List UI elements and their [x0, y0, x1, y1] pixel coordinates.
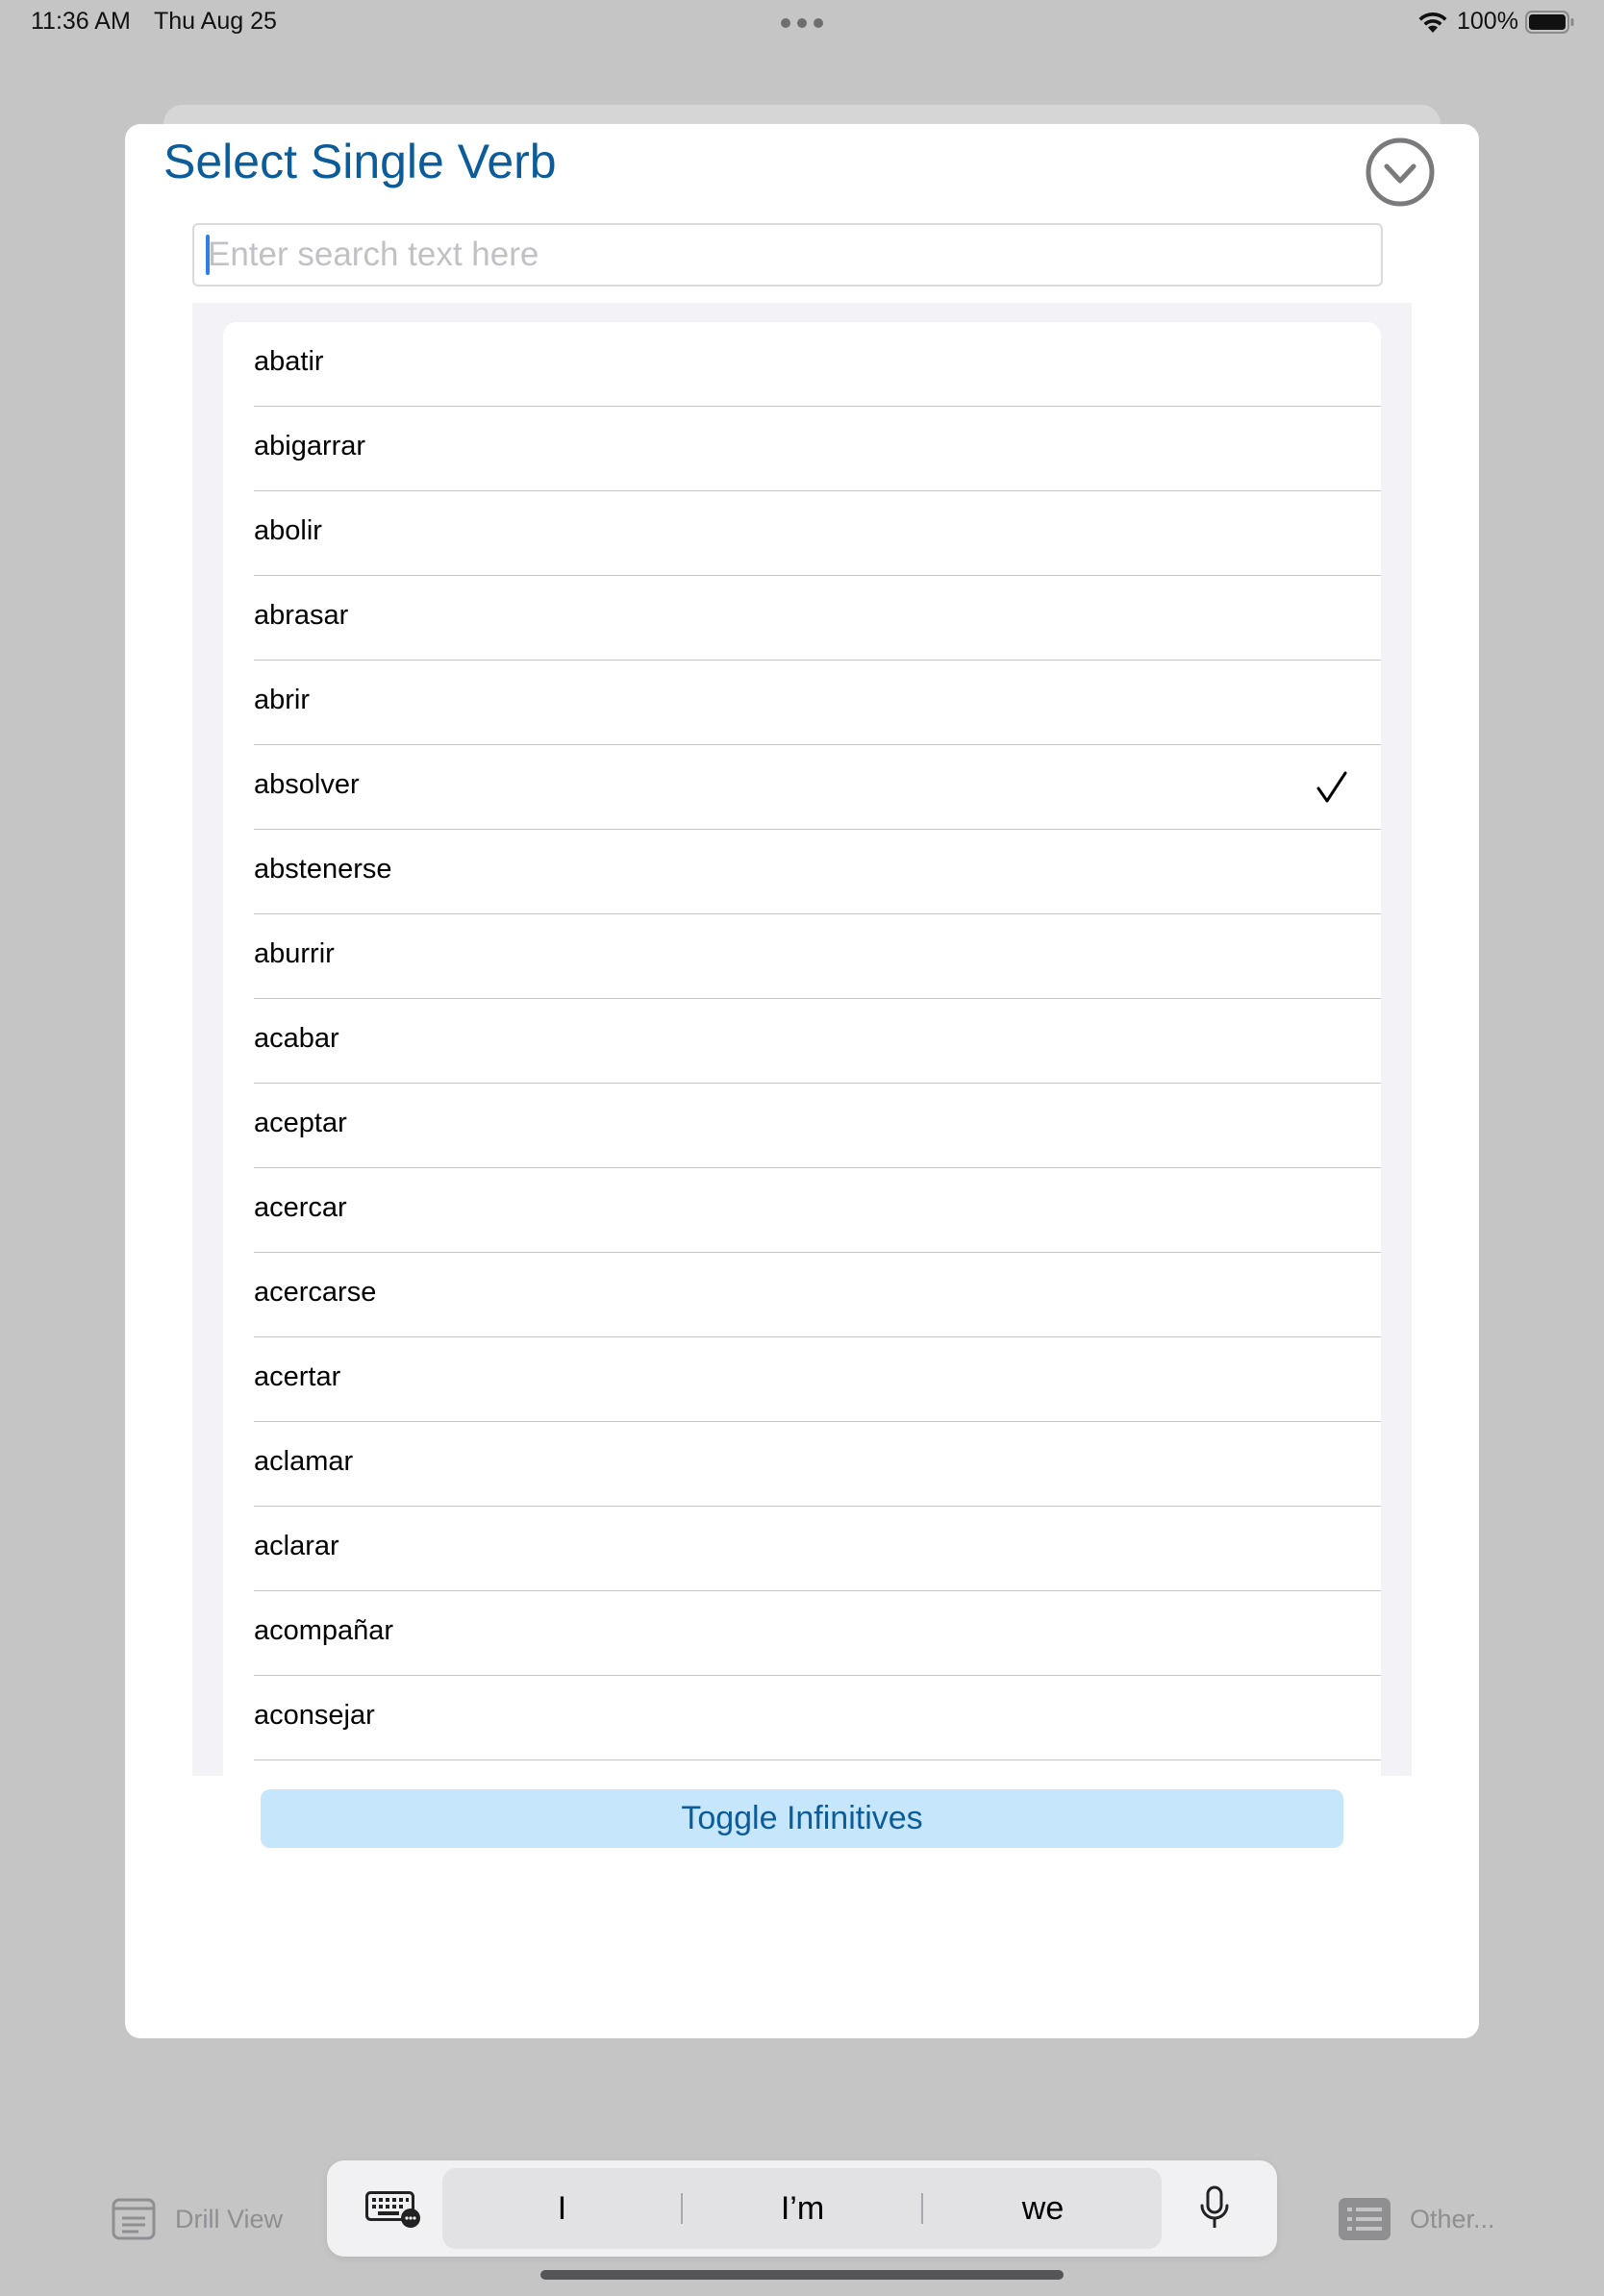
select-verb-modal: Select Single Verb abatir abigarrar abolir…: [125, 124, 1479, 2038]
tab-drill-view-label: Drill View: [175, 2204, 284, 2234]
battery-icon: [1525, 11, 1574, 34]
suggestion-item[interactable]: we: [923, 2168, 1163, 2249]
tab-drill-view[interactable]: Drill View: [112, 2197, 283, 2241]
verb-label: aclamar: [254, 1446, 354, 1477]
verb-row[interactable]: abigarrar: [223, 407, 1381, 491]
verb-row[interactable]: acompañar: [223, 1591, 1381, 1676]
row-divider: [254, 1759, 1381, 1760]
multitasking-dots-icon[interactable]: [781, 18, 823, 28]
toggle-infinitives-button[interactable]: Toggle Infinitives: [261, 1789, 1343, 1848]
verb-label: abatir: [254, 346, 324, 377]
verb-label: acertar: [254, 1361, 341, 1392]
verb-row[interactable]: abolir: [223, 491, 1381, 576]
drill-view-icon: [112, 2198, 156, 2240]
tab-other-label: Other...: [1410, 2204, 1495, 2234]
verb-label: abolir: [254, 515, 322, 546]
tab-other[interactable]: Other...: [1339, 2197, 1495, 2241]
verb-row[interactable]: abstenerse: [223, 830, 1381, 914]
microphone-icon[interactable]: [1198, 2185, 1231, 2232]
verb-list[interactable]: abatir abigarrar abolir abrasar abrir absolve…: [223, 322, 1381, 1776]
verb-label: acercar: [254, 1192, 347, 1223]
list-icon: [1339, 2198, 1391, 2240]
verb-list-container[interactable]: abatir abigarrar abolir abrasar abrir absolve…: [192, 303, 1412, 1776]
dismiss-chevron-down-icon[interactable]: [1365, 137, 1436, 208]
verb-label: abstenerse: [254, 854, 392, 885]
verb-row[interactable]: aclamar: [223, 1422, 1381, 1507]
verb-row[interactable]: aclarar: [223, 1507, 1381, 1591]
verb-label: acabar: [254, 1023, 339, 1054]
suggestion-item[interactable]: I: [442, 2168, 682, 2249]
verb-label: abrasar: [254, 600, 349, 631]
verb-row[interactable]: absolver: [223, 745, 1381, 830]
verb-row[interactable]: aconsejar: [223, 1676, 1381, 1760]
verb-label: aceptar: [254, 1108, 347, 1138]
verb-label: acercarse: [254, 1277, 377, 1308]
verb-row[interactable]: acabar: [223, 999, 1381, 1084]
verb-label: aconsejar: [254, 1700, 375, 1731]
search-input[interactable]: [192, 223, 1383, 287]
verb-row[interactable]: acercarse: [223, 1253, 1381, 1337]
verb-label: abrir: [254, 685, 311, 715]
status-bar: 11:36 AM Thu Aug 25 100%: [0, 0, 1604, 46]
verb-row[interactable]: abrir: [223, 661, 1381, 745]
verb-label: acompañar: [254, 1615, 394, 1646]
verb-row[interactable]: abrasar: [223, 576, 1381, 661]
verb-row[interactable]: abatir: [223, 322, 1381, 407]
wifi-icon: [1418, 12, 1447, 33]
status-date: Thu Aug 25: [154, 8, 277, 35]
verb-label: absolver: [254, 769, 360, 800]
verb-row[interactable]: acercar: [223, 1168, 1381, 1253]
suggestion-item[interactable]: I’m: [683, 2168, 922, 2249]
checkmark-icon: [1316, 771, 1347, 803]
battery-percent: 100%: [1457, 8, 1518, 35]
keyboard-icon[interactable]: [365, 2191, 421, 2228]
text-caret: [206, 235, 210, 275]
home-indicator[interactable]: [540, 2270, 1064, 2280]
status-time: 11:36 AM: [31, 8, 131, 35]
verb-label: aclarar: [254, 1531, 339, 1561]
verb-row[interactable]: aceptar: [223, 1084, 1381, 1168]
verb-label: aburrir: [254, 938, 335, 969]
verb-label: abigarrar: [254, 431, 366, 462]
verb-row[interactable]: acertar: [223, 1337, 1381, 1422]
keyboard-shortcut-bar: I I’m we: [327, 2160, 1277, 2257]
predictive-text-bar: I I’m we: [442, 2168, 1162, 2249]
verb-row[interactable]: aburrir: [223, 914, 1381, 999]
modal-title: Select Single Verb: [163, 135, 557, 188]
